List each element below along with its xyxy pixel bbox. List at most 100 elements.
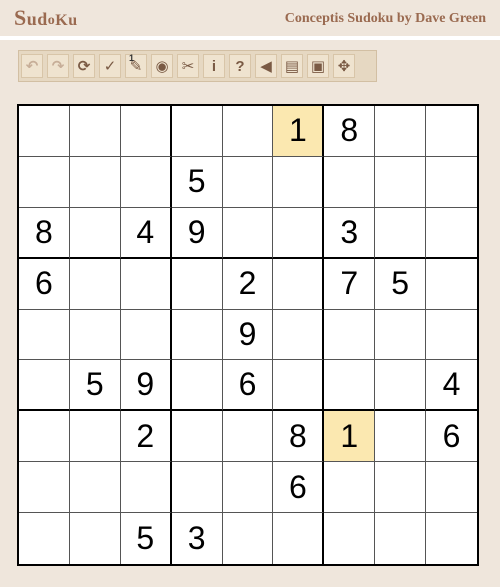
puzzle-button[interactable]: ✥ [333, 54, 355, 78]
sudoku-cell[interactable]: 8 [273, 411, 325, 463]
sudoku-cell[interactable] [69, 462, 121, 514]
sudoku-cell[interactable]: 2 [222, 258, 274, 310]
sudoku-cell[interactable] [375, 309, 427, 361]
sudoku-cell[interactable] [19, 513, 70, 564]
sudoku-cell[interactable] [171, 360, 223, 412]
sudoku-cell[interactable]: 6 [273, 462, 325, 514]
sudoku-cell[interactable] [222, 411, 274, 463]
sudoku-cell[interactable] [222, 462, 274, 514]
sudoku-cell[interactable]: 7 [324, 258, 376, 310]
undo-button[interactable]: ↶ [21, 54, 43, 78]
sudoku-cell[interactable] [69, 513, 121, 564]
sudoku-cell[interactable]: 9 [120, 360, 172, 412]
sudoku-cell[interactable]: 3 [324, 207, 376, 259]
sudoku-cell[interactable] [375, 411, 427, 463]
sudoku-cell[interactable] [426, 156, 477, 208]
sudoku-cell[interactable] [375, 513, 427, 564]
sudoku-cell[interactable] [375, 462, 427, 514]
sudoku-cell[interactable] [171, 462, 223, 514]
sudoku-cell[interactable] [171, 258, 223, 310]
toolbar: ↶ ↷ ⟳ ✓ ✎ 1 ◉ ✂ i? ◀ ▤ ▣ ✥ [18, 50, 377, 82]
puzzle-piece-icon: ✥ [337, 58, 351, 75]
sudoku-cell[interactable] [69, 411, 121, 463]
sudoku-cell[interactable] [426, 258, 477, 310]
sudoku-cell[interactable] [273, 156, 325, 208]
sudoku-cell[interactable] [171, 309, 223, 361]
sudoku-cell[interactable] [222, 156, 274, 208]
sudoku-cell[interactable] [69, 309, 121, 361]
save-button[interactable]: ▣ [307, 54, 329, 78]
sudoku-board[interactable]: 18584936275959642816653 [17, 104, 479, 566]
sudoku-cell[interactable]: 5 [375, 258, 427, 310]
sudoku-cell[interactable]: 1 [273, 106, 325, 157]
sudoku-cell[interactable] [19, 462, 70, 514]
sudoku-cell[interactable] [222, 207, 274, 259]
sudoku-cell[interactable] [120, 258, 172, 310]
sudoku-cell[interactable] [222, 106, 274, 157]
sudoku-cell[interactable] [69, 106, 121, 157]
sudoku-cell[interactable] [120, 462, 172, 514]
sudoku-cell[interactable] [375, 207, 427, 259]
sudoku-cell[interactable] [426, 106, 477, 157]
sudoku-cell[interactable] [171, 106, 223, 157]
sudoku-cell[interactable]: 3 [171, 513, 223, 564]
question-icon: ? [235, 57, 245, 75]
sudoku-cell[interactable] [19, 411, 70, 463]
sudoku-cell[interactable] [324, 309, 376, 361]
sudoku-cell[interactable] [69, 258, 121, 310]
sudoku-cell[interactable] [426, 207, 477, 259]
sudoku-cell[interactable] [426, 513, 477, 564]
sudoku-cell[interactable]: 4 [120, 207, 172, 259]
sudoku-cell[interactable]: 8 [19, 207, 70, 259]
check-button[interactable]: ✓ [99, 54, 121, 78]
info-button[interactable]: i [203, 54, 225, 78]
sudoku-cell[interactable]: 6 [19, 258, 70, 310]
checkmark-icon: ✓ [103, 58, 117, 75]
sudoku-cell[interactable] [120, 106, 172, 157]
header-divider [0, 36, 500, 40]
redo-button[interactable]: ↷ [47, 54, 69, 78]
sudoku-cell[interactable] [19, 360, 70, 412]
sudoku-cell[interactable] [273, 360, 325, 412]
sudoku-cell[interactable] [273, 207, 325, 259]
sudoku-cell[interactable] [120, 309, 172, 361]
sudoku-cell[interactable] [375, 360, 427, 412]
sudoku-cell[interactable] [324, 513, 376, 564]
sudoku-cell[interactable] [69, 156, 121, 208]
sudoku-cell[interactable] [222, 513, 274, 564]
help-button[interactable]: ? [229, 54, 251, 78]
sound-button[interactable]: ◀ [255, 54, 277, 78]
sudoku-cell[interactable] [426, 309, 477, 361]
restart-button[interactable]: ⟳ [73, 54, 95, 78]
sudoku-cell[interactable]: 9 [222, 309, 274, 361]
sudoku-cell[interactable]: 5 [69, 360, 121, 412]
sudoku-cell[interactable] [19, 106, 70, 157]
sudoku-cell[interactable] [273, 309, 325, 361]
sudoku-cell[interactable]: 6 [222, 360, 274, 412]
sudoku-cell[interactable]: 2 [120, 411, 172, 463]
sudoku-cell[interactable]: 5 [171, 156, 223, 208]
sudoku-cell[interactable] [375, 106, 427, 157]
sudoku-cell[interactable] [120, 156, 172, 208]
sudoku-cell[interactable]: 1 [324, 411, 376, 463]
print-button[interactable]: ▤ [281, 54, 303, 78]
sudoku-cell[interactable]: 5 [120, 513, 172, 564]
sudoku-cell[interactable] [273, 258, 325, 310]
sudoku-cell[interactable]: 8 [324, 106, 376, 157]
pencil-mode-button[interactable]: ✎ 1 [125, 53, 147, 78]
sudoku-cell[interactable]: 9 [171, 207, 223, 259]
sudoku-cell[interactable] [19, 309, 70, 361]
sudoku-cell[interactable]: 6 [426, 411, 477, 463]
sudoku-cell[interactable] [375, 156, 427, 208]
sudoku-cell[interactable] [69, 207, 121, 259]
sudoku-cell[interactable] [171, 411, 223, 463]
tools-button[interactable]: ✂ [177, 54, 199, 78]
reveal-button[interactable]: ◉ [151, 54, 173, 78]
sudoku-cell[interactable] [273, 513, 325, 564]
sudoku-cell[interactable] [324, 360, 376, 412]
sudoku-cell[interactable] [324, 156, 376, 208]
sudoku-cell[interactable] [324, 462, 376, 514]
sudoku-cell[interactable]: 4 [426, 360, 477, 412]
sudoku-cell[interactable] [19, 156, 70, 208]
sudoku-cell[interactable] [426, 462, 477, 514]
